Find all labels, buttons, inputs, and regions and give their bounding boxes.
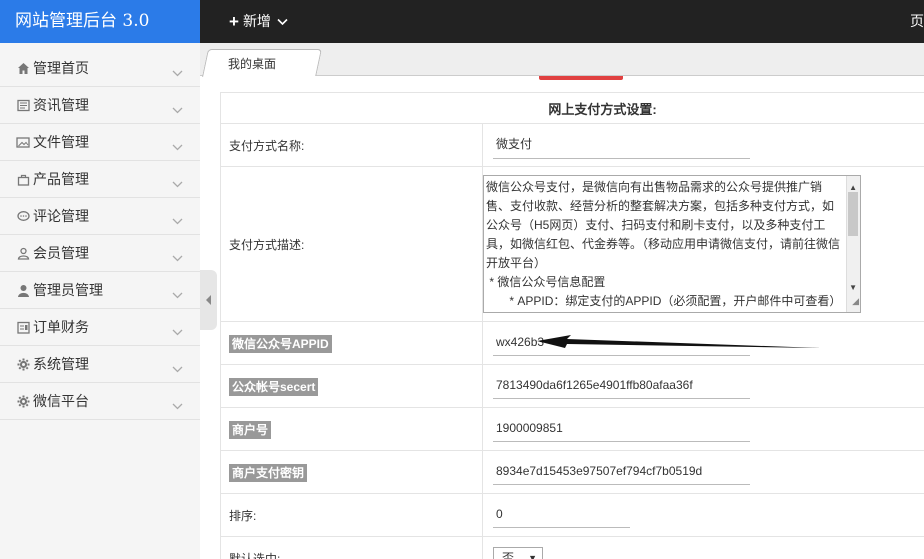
app-logo[interactable]: 网站管理后台 3.0: [0, 0, 200, 43]
desc-label: 支付方式描述:: [220, 166, 483, 322]
chevron-down-icon: [172, 249, 183, 265]
sidebar-item-1[interactable]: 资讯管理: [0, 87, 200, 124]
tab-my-desktop-label: 我的桌面: [228, 57, 277, 71]
sidebar-item-4[interactable]: 评论管理: [0, 198, 200, 235]
sidebar-item-label: 系统管理: [33, 356, 89, 372]
sidebar-item-label: 资讯管理: [33, 97, 89, 113]
sidebar: 管理首页资讯管理文件管理产品管理评论管理会员管理管理员管理订单财务系统管理微信平…: [0, 43, 200, 559]
new-menu-button[interactable]: + 新增: [229, 0, 288, 43]
sort-input[interactable]: 0: [493, 503, 630, 528]
order-icon: [16, 320, 30, 334]
sidebar-item-label: 产品管理: [33, 171, 89, 187]
chevron-down-icon: [172, 360, 183, 376]
top-bar: 网站管理后台 3.0 + 新增 页: [0, 0, 924, 43]
default-label: 默认选中:: [220, 536, 483, 559]
form-row-mch: 商户号 1900009851: [220, 407, 924, 451]
form-row-default: 默认选中: 否 ▼: [220, 536, 924, 559]
sidebar-item-label: 评论管理: [33, 208, 89, 224]
main-content: 网上支付方式设置: 支付方式名称: 微支付 支付方式描述: 微信公众号支付，是微…: [218, 76, 924, 559]
default-select-value: 否: [502, 551, 515, 559]
form-row-key: 商户支付密钥 8934e7d15453e97507ef794cf7b0519d: [220, 450, 924, 494]
form-header-row: 网上支付方式设置:: [220, 92, 924, 124]
chevron-down-icon: [172, 175, 183, 191]
chevron-down-icon: [277, 18, 288, 25]
sidebar-item-9[interactable]: 微信平台: [0, 383, 200, 420]
sidebar-item-7[interactable]: 订单财务: [0, 309, 200, 346]
sidebar-item-3[interactable]: 产品管理: [0, 161, 200, 198]
sidebar-collapse-handle[interactable]: [200, 270, 217, 330]
home-icon: [16, 61, 30, 75]
sidebar-item-label: 文件管理: [33, 134, 89, 150]
chevron-down-icon: [172, 323, 183, 339]
textarea-scroll-thumb[interactable]: [848, 192, 858, 236]
payment-desc-text: 微信公众号支付，是微信向有出售物品需求的公众号提供推广销售、支付收款、经营分析的…: [486, 180, 842, 308]
bag-icon: [16, 172, 30, 186]
mch-label: 商户号: [229, 420, 272, 439]
chevron-down-icon: [172, 138, 183, 154]
admin-icon: [16, 283, 30, 297]
payment-settings-form: 网上支付方式设置: 支付方式名称: 微支付 支付方式描述: 微信公众号支付，是微…: [220, 92, 924, 559]
pay-key-input[interactable]: 8934e7d15453e97507ef794cf7b0519d: [493, 460, 750, 485]
sidebar-item-label: 微信平台: [33, 393, 89, 409]
default-select[interactable]: 否 ▼: [493, 547, 543, 559]
gear-icon: [16, 357, 30, 371]
chevron-down-icon: [172, 101, 183, 117]
news-icon: [16, 98, 30, 112]
payment-desc-textarea[interactable]: 微信公众号支付，是微信向有出售物品需求的公众号提供推广销售、支付收款、经营分析的…: [483, 175, 861, 313]
red-indicator: [539, 76, 623, 80]
image-icon: [16, 135, 30, 149]
form-row-sort: 排序: 0: [220, 493, 924, 537]
section-title: 网上支付方式设置:: [220, 92, 924, 124]
gear-icon: [16, 394, 30, 408]
scroll-up-icon[interactable]: ▲: [849, 178, 857, 197]
secret-input[interactable]: 7813490da6f1265e4901ffb80afaa36f: [493, 374, 750, 399]
tab-strip: 我的桌面: [200, 43, 924, 77]
sidebar-item-label: 管理首页: [33, 60, 89, 76]
form-row-appid: 微信公众号APPID wx426b3: [220, 321, 924, 365]
sidebar-item-6[interactable]: 管理员管理: [0, 272, 200, 309]
chevron-down-icon: [172, 397, 183, 413]
appid-label: 微信公众号APPID: [229, 334, 332, 353]
form-row-secret: 公众帐号secert 7813490da6f1265e4901ffb80afaa…: [220, 364, 924, 408]
sidebar-menu: 管理首页资讯管理文件管理产品管理评论管理会员管理管理员管理订单财务系统管理微信平…: [0, 43, 200, 420]
secret-label: 公众帐号secert: [229, 377, 319, 396]
name-label: 支付方式名称:: [220, 123, 483, 167]
resize-grip-icon[interactable]: ◢: [852, 292, 859, 311]
sort-label: 排序:: [220, 493, 483, 537]
payment-name-input[interactable]: 微支付: [493, 131, 750, 159]
sidebar-item-8[interactable]: 系统管理: [0, 346, 200, 383]
mch-id-input[interactable]: 1900009851: [493, 417, 750, 442]
user-icon: [16, 246, 30, 260]
sidebar-item-label: 管理员管理: [33, 282, 103, 298]
new-menu-label: 新增: [242, 13, 271, 29]
key-label: 商户支付密钥: [229, 463, 308, 482]
comment-icon: [16, 209, 30, 223]
select-arrow-icon: ▼: [528, 553, 537, 559]
sidebar-item-label: 会员管理: [33, 245, 89, 261]
arrow-annotation-icon: [537, 335, 821, 348]
chevron-down-icon: [172, 212, 183, 228]
chevron-down-icon: [172, 64, 183, 80]
top-right-menu[interactable]: 页: [910, 0, 924, 43]
form-row-desc: 支付方式描述: 微信公众号支付，是微信向有出售物品需求的公众号提供推广销售、支付…: [220, 166, 924, 322]
chevron-down-icon: [172, 286, 183, 302]
sidebar-item-label: 订单财务: [33, 319, 89, 335]
sidebar-item-2[interactable]: 文件管理: [0, 124, 200, 161]
sidebar-item-5[interactable]: 会员管理: [0, 235, 200, 272]
chevron-left-icon: [206, 295, 211, 305]
form-row-name: 支付方式名称: 微支付: [220, 123, 924, 167]
plus-icon: +: [229, 12, 239, 31]
sidebar-item-0[interactable]: 管理首页: [0, 50, 200, 87]
